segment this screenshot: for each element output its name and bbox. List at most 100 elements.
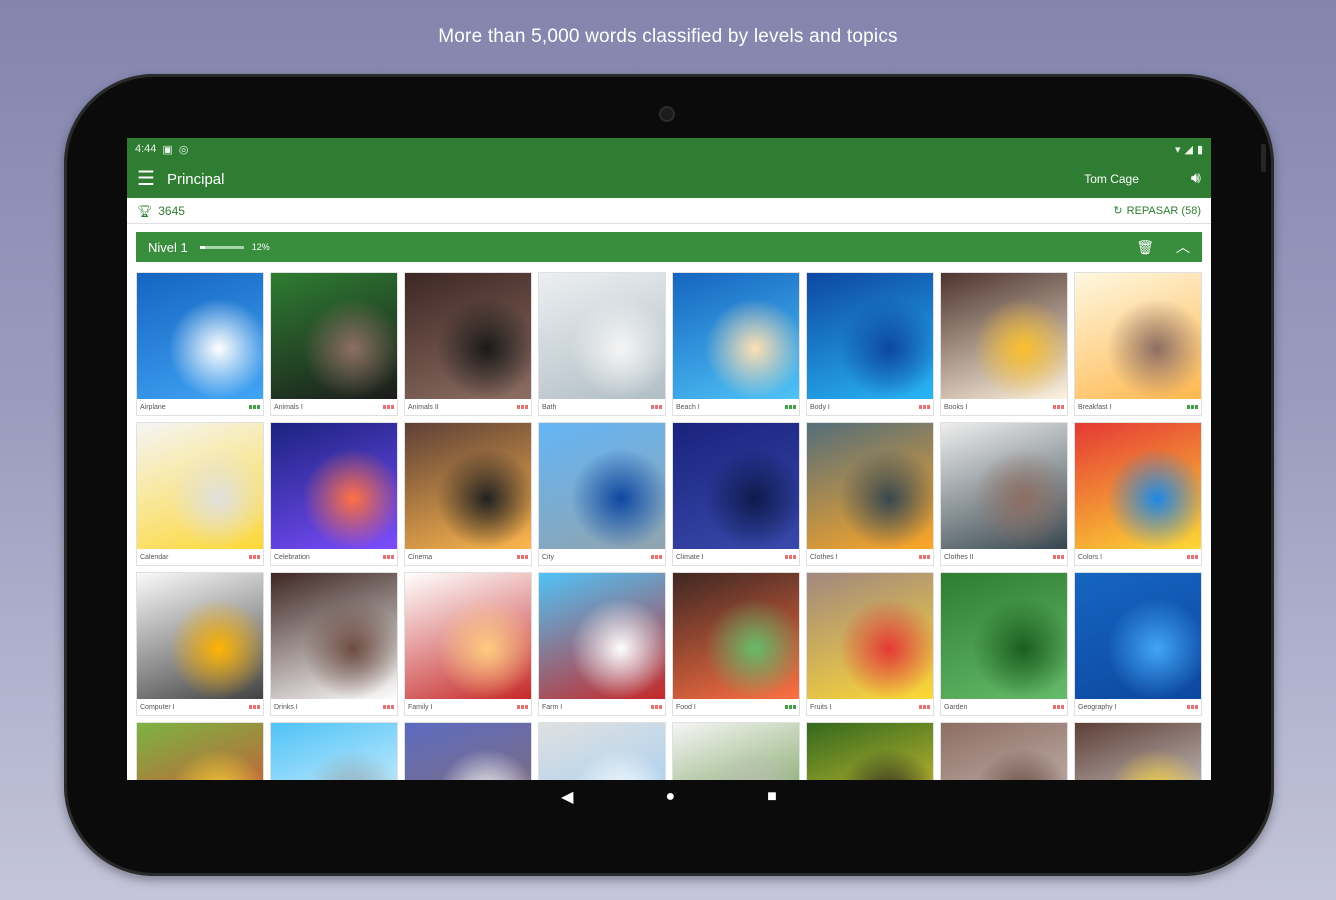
topic-thumbnail [1075, 723, 1201, 780]
progress-dot [525, 705, 528, 710]
progress-dot [383, 405, 386, 410]
progress-dot [1195, 705, 1198, 710]
progress-dots [1187, 705, 1198, 710]
topic-thumbnail [807, 423, 933, 550]
progress-dot [1053, 705, 1056, 710]
topic-label: Computer I [140, 703, 175, 711]
progress-dot [387, 555, 390, 560]
level-percent: 12% [251, 242, 270, 252]
topic-card[interactable]: Breakfast I [1074, 272, 1202, 416]
topic-card[interactable] [538, 722, 666, 780]
topic-card[interactable]: Family I [404, 572, 532, 716]
review-label: REPASAR (58) [1126, 204, 1201, 217]
topic-card[interactable]: Airplane [136, 272, 264, 416]
progress-dots [1053, 705, 1064, 710]
progress-dot [521, 555, 524, 560]
topic-caption: Clothes II [941, 549, 1067, 565]
topic-card[interactable] [270, 722, 398, 780]
topic-card[interactable]: Animals I [270, 272, 398, 416]
topic-card[interactable] [1074, 722, 1202, 780]
topic-thumbnail [137, 573, 263, 700]
progress-dot [387, 705, 390, 710]
topic-card[interactable] [404, 722, 532, 780]
progress-dots [919, 555, 930, 560]
topic-card[interactable]: Geography I [1074, 572, 1202, 716]
topic-card[interactable]: Calendar [136, 422, 264, 566]
home-icon[interactable]: ● [665, 788, 675, 806]
topic-label: Body I [810, 403, 830, 411]
topic-card[interactable]: Celebration [270, 422, 398, 566]
topic-thumbnail [673, 273, 799, 400]
topic-card[interactable]: Computer I [136, 572, 264, 716]
progress-dot [1061, 705, 1064, 710]
topic-label: Airplane [140, 403, 166, 411]
topic-caption: Cinema [405, 549, 531, 565]
navigation-bar: ◀ ● ■ [64, 780, 1274, 814]
topic-thumbnail [137, 273, 263, 400]
progress-dot [391, 405, 394, 410]
speaker-icon[interactable]: 🔊︎ [1191, 170, 1201, 188]
menu-icon[interactable]: ☰ [137, 169, 155, 189]
topic-thumbnail [405, 423, 531, 550]
progress-dot [257, 405, 260, 410]
topic-card[interactable] [940, 722, 1068, 780]
progress-dot [655, 555, 658, 560]
power-button [1261, 144, 1266, 172]
chevron-up-icon[interactable]: ︿ [1176, 237, 1190, 257]
topic-card[interactable]: Food I [672, 572, 800, 716]
progress-dot [1195, 405, 1198, 410]
topic-label: Beach I [676, 403, 700, 411]
progress-dots [1053, 405, 1064, 410]
promo-headline: More than 5,000 words classified by leve… [438, 26, 898, 47]
topic-grid: Airplane Animals I Animals II Bath Beach I Bo… [136, 272, 1204, 780]
topic-caption: Food I [673, 699, 799, 715]
progress-dots [1187, 555, 1198, 560]
topic-card[interactable]: Beach I [672, 272, 800, 416]
progress-dot [249, 405, 252, 410]
topic-card[interactable]: Books I [940, 272, 1068, 416]
topic-caption: Clothes I [807, 549, 933, 565]
topic-card[interactable]: Garden [940, 572, 1068, 716]
topic-card[interactable]: Fruits I [806, 572, 934, 716]
topic-card[interactable]: Climate I [672, 422, 800, 566]
progress-dots [249, 555, 260, 560]
topic-thumbnail [673, 723, 799, 780]
topic-card[interactable]: City [538, 422, 666, 566]
review-button[interactable]: ↻ REPASAR (58) [1113, 204, 1201, 218]
progress-dot [1057, 555, 1060, 560]
progress-dot [1191, 705, 1194, 710]
topic-thumbnail [405, 723, 531, 780]
progress-dot [789, 705, 792, 710]
level-header[interactable]: Nivel 1 12% 🗑︎ ︿ [136, 232, 1202, 262]
recents-icon[interactable]: ■ [767, 788, 777, 806]
level-progress-fill [199, 245, 206, 249]
topic-card[interactable] [806, 722, 934, 780]
user-name[interactable]: Tom Cage [1084, 172, 1139, 186]
topic-card[interactable] [136, 722, 264, 780]
topic-card[interactable]: Bath [538, 272, 666, 416]
topic-card[interactable]: Body I [806, 272, 934, 416]
topic-caption: Airplane [137, 399, 263, 415]
trash-icon[interactable]: 🗑︎ [1136, 239, 1154, 256]
topic-thumbnail [807, 723, 933, 780]
topic-card[interactable]: Animals II [404, 272, 532, 416]
topic-card[interactable] [672, 722, 800, 780]
topic-card[interactable]: Clothes I [806, 422, 934, 566]
back-icon[interactable]: ◀ [561, 787, 573, 807]
topic-card[interactable]: Drinks I [270, 572, 398, 716]
progress-dots [919, 705, 930, 710]
progress-dot [253, 555, 256, 560]
topic-label: Books I [944, 403, 968, 411]
topic-label: Animals II [408, 403, 439, 411]
topic-thumbnail [539, 723, 665, 780]
topic-card[interactable]: Clothes II [940, 422, 1068, 566]
progress-dot [655, 405, 658, 410]
progress-dot [659, 555, 662, 560]
topic-thumbnail [539, 573, 665, 700]
progress-dots [249, 405, 260, 410]
topic-card[interactable]: Cinema [404, 422, 532, 566]
topic-card[interactable]: Farm I [538, 572, 666, 716]
progress-dots [383, 555, 394, 560]
progress-dots [383, 405, 394, 410]
topic-card[interactable]: Colors I [1074, 422, 1202, 566]
